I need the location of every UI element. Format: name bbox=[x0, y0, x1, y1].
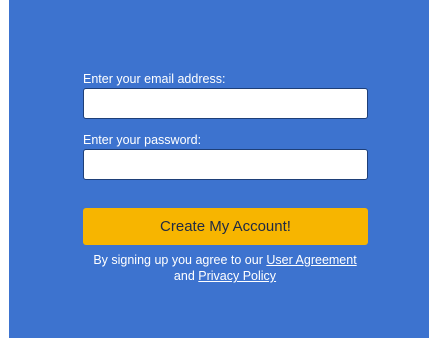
signup-form: Enter your email address: Enter your pas… bbox=[83, 72, 368, 284]
user-agreement-link[interactable]: User Agreement bbox=[266, 253, 356, 267]
privacy-policy-link[interactable]: Privacy Policy bbox=[198, 269, 276, 283]
terms-notice: By signing up you agree to our User Agre… bbox=[75, 252, 375, 284]
button-spacer bbox=[83, 180, 368, 208]
password-label: Enter your password: bbox=[83, 133, 202, 147]
email-input[interactable] bbox=[83, 88, 368, 119]
terms-prefix: By signing up you agree to our bbox=[93, 253, 263, 267]
create-account-button[interactable]: Create My Account! bbox=[83, 208, 368, 245]
signup-panel: Enter your email address: Enter your pas… bbox=[9, 0, 429, 338]
email-label: Enter your email address: bbox=[83, 72, 226, 86]
terms-conjunction: and bbox=[173, 269, 195, 283]
password-input[interactable] bbox=[83, 149, 368, 180]
field-spacer bbox=[83, 119, 368, 133]
